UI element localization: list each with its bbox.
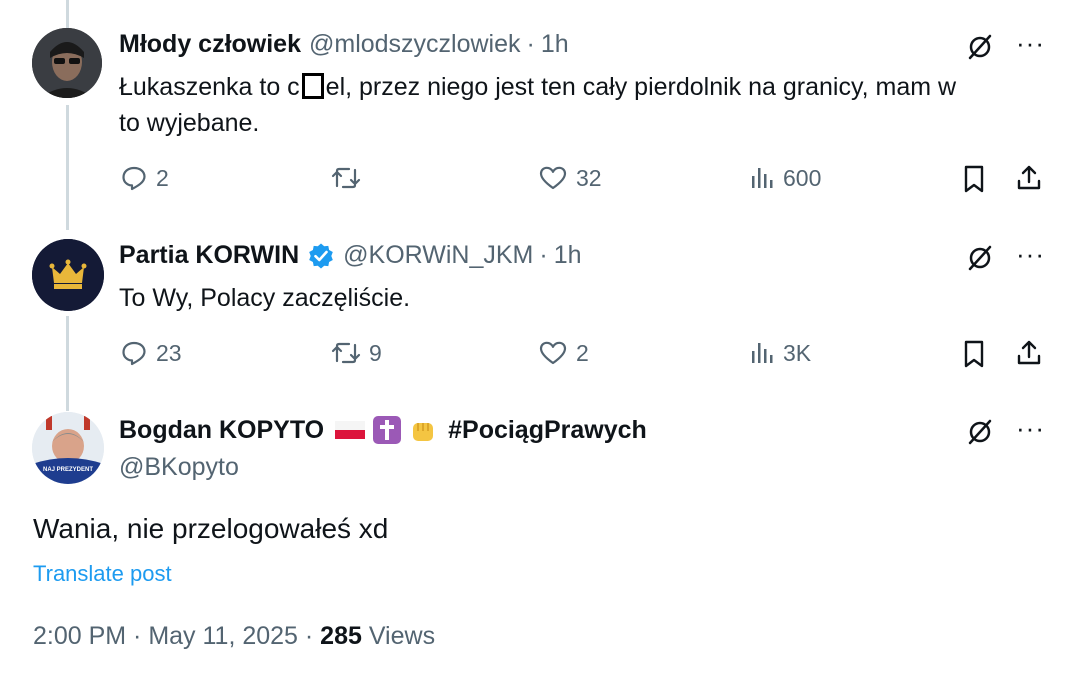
views-count: 600 — [783, 164, 822, 191]
reply-icon — [122, 341, 146, 366]
bookmark-icon[interactable] — [961, 164, 987, 194]
more-icon[interactable]: ··· — [1016, 30, 1045, 56]
reply-button[interactable]: 2 — [120, 164, 169, 192]
avatar[interactable] — [32, 28, 102, 98]
reply-count: 2 — [156, 164, 169, 191]
separator: · — [539, 241, 548, 269]
display-name[interactable]: Młody człowiek — [119, 30, 301, 59]
timestamp[interactable]: 1h — [554, 241, 582, 270]
censor-box — [301, 73, 324, 99]
avatar[interactable]: NAJ PREZYDENT — [32, 412, 104, 484]
repost-icon — [331, 167, 361, 189]
reply-icon — [122, 166, 146, 191]
share-icon[interactable] — [1014, 163, 1044, 193]
repost-button[interactable]: 9 — [331, 339, 382, 367]
grok-icon[interactable] — [966, 33, 994, 61]
user-handle[interactable]: @KORWiN_JKM — [343, 241, 533, 270]
tweet-text-line2: to wyjebane. — [119, 109, 260, 137]
views-button[interactable]: 600 — [749, 164, 821, 192]
views-icon — [752, 168, 773, 188]
grok-icon[interactable] — [966, 244, 994, 272]
tweet-text-part: el, przez niego jest ten cały pierdolnik… — [325, 73, 957, 101]
latin-cross-icon — [373, 416, 402, 444]
like-count: 2 — [576, 339, 589, 366]
more-icon[interactable]: ··· — [1016, 415, 1045, 441]
post-text: Wania, nie przelogowałeś xd — [33, 513, 389, 544]
post-author: Bogdan KOPYTO #PociągPrawych — [119, 415, 647, 445]
views-count: 3K — [783, 339, 812, 366]
views-count: 285 — [320, 622, 362, 650]
tweet-text: Łukaszenka to c el, przez niego jest ten … — [119, 69, 1039, 141]
reply-count: 23 — [156, 339, 182, 366]
tweet-text: To Wy, Polacy zaczęliście. — [119, 284, 411, 312]
post-timestamp[interactable]: 2:00 PM · May 11, 2025 · — [33, 622, 320, 650]
repost-count: 9 — [369, 339, 382, 366]
grok-icon[interactable] — [966, 418, 994, 446]
crown-icon — [32, 239, 104, 311]
avatar-image — [32, 412, 104, 484]
avatar[interactable] — [32, 239, 104, 311]
tweet-header: Partia KORWIN @KORWiN_JKM · 1h — [119, 241, 582, 270]
hashtag[interactable]: #PociągPrawych — [448, 416, 647, 445]
post-top-actions: ··· — [966, 415, 1045, 446]
thread-line — [66, 105, 69, 230]
user-handle[interactable]: @BKopyto — [119, 453, 239, 482]
like-button[interactable]: 32 — [538, 164, 602, 192]
translate-post-link[interactable]: Translate post — [33, 561, 172, 587]
repost-icon — [331, 342, 361, 364]
views-icon — [752, 343, 773, 363]
reply-button[interactable]: 23 — [120, 339, 182, 367]
tweet-top-actions: ··· — [966, 30, 1045, 61]
post-meta: 2:00 PM · May 11, 2025 · 285 Views — [33, 622, 435, 651]
heart-icon — [539, 341, 567, 365]
more-icon[interactable]: ··· — [1016, 241, 1045, 267]
bookmark-icon[interactable] — [961, 339, 987, 369]
views-label: Views — [361, 622, 436, 650]
like-button[interactable]: 2 — [538, 339, 589, 367]
timestamp[interactable]: 1h — [541, 30, 569, 59]
share-icon[interactable] — [1014, 338, 1044, 368]
tweet-header: Młody człowiek @mlodszyczlowiek · 1h — [119, 30, 569, 59]
poland-flag-icon — [335, 421, 366, 439]
user-handle[interactable]: @mlodszyczlowiek — [309, 30, 521, 59]
views-button[interactable]: 3K — [749, 339, 811, 367]
like-count: 32 — [576, 164, 602, 191]
display-name[interactable]: Partia KORWIN — [119, 241, 299, 270]
avatar-image — [32, 28, 102, 98]
repost-button[interactable] — [331, 164, 369, 192]
separator: · — [526, 30, 535, 58]
thread-line — [66, 316, 69, 411]
heart-icon — [539, 166, 567, 190]
avatar-banner-text: NAJ PREZYDENT — [42, 467, 93, 473]
verified-badge-icon — [309, 243, 333, 268]
tweet-text-part: Łukaszenka to c — [119, 73, 300, 101]
tweet-top-actions: ··· — [966, 241, 1045, 272]
raised-fist-icon — [413, 423, 434, 441]
display-name[interactable]: Bogdan KOPYTO — [119, 416, 324, 445]
